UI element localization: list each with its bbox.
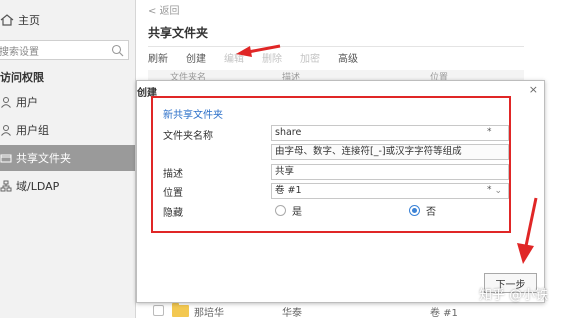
create-dialog: 创建 × 新共享文件夹 文件夹名称 share * 由字母、数字、连接符[_-]…	[136, 80, 545, 303]
row-location: 卷 #1	[430, 308, 458, 318]
row-description: 华泰	[282, 308, 302, 318]
radio-label: 否	[426, 207, 436, 218]
sidebar-search[interactable]: 搜索设置	[0, 40, 129, 60]
sidebar-item-label: 共享文件夹	[16, 152, 71, 165]
folder-icon	[172, 303, 189, 317]
required-mark: *	[487, 185, 492, 195]
shared-folder-icon	[0, 154, 12, 163]
search-icon[interactable]	[111, 44, 124, 57]
description-field[interactable]: 共享	[271, 164, 509, 180]
hidden-yes-radio[interactable]: 是	[275, 203, 302, 218]
sidebar-item-user-groups[interactable]: 用户组	[0, 117, 135, 143]
create-button[interactable]: 创建	[186, 50, 206, 65]
required-mark: *	[487, 127, 492, 137]
sidebar-item-domain[interactable]: 域/LDAP	[0, 173, 135, 199]
radio-off-icon	[275, 205, 286, 216]
watermark: 知乎 @小铁	[479, 288, 549, 303]
user-group-icon	[1, 125, 11, 136]
sidebar-item-users[interactable]: 用户	[0, 89, 135, 115]
form-highlight-box: 新共享文件夹 文件夹名称 share * 由字母、数字、连接符[_-]或汉字字符…	[151, 96, 511, 233]
encrypt-button[interactable]: 加密	[300, 50, 320, 65]
hidden-no-radio[interactable]: 否	[409, 203, 436, 218]
row-checkbox[interactable]	[153, 305, 164, 316]
row-name: 那培华	[194, 308, 224, 318]
hidden-label: 隐藏	[163, 208, 183, 219]
folder-name-field[interactable]: share	[271, 125, 509, 141]
sidebar-section-title: 访问权限	[0, 71, 44, 84]
sidebar-item-shared-folders[interactable]: 共享文件夹	[0, 145, 135, 171]
refresh-button[interactable]: 刷新	[148, 50, 168, 65]
close-icon[interactable]: ×	[529, 83, 538, 96]
sidebar-item-label: 用户组	[16, 124, 49, 137]
sidebar-item-label: 用户	[16, 96, 38, 109]
sidebar-item-label: 域/LDAP	[16, 180, 60, 193]
location-select[interactable]: 卷 #1 ⌄	[271, 183, 509, 199]
sidebar-home[interactable]: 主页	[0, 10, 40, 30]
advanced-button[interactable]: 高级	[338, 50, 358, 65]
description-label: 描述	[163, 169, 183, 180]
form-section-title: 新共享文件夹	[163, 110, 223, 121]
table-row[interactable]: 那培华 华泰 卷 #1	[148, 302, 524, 318]
domain-icon	[0, 180, 12, 192]
radio-label: 是	[292, 207, 302, 218]
location-label: 位置	[163, 188, 183, 199]
folder-name-hint: 由字母、数字、连接符[_-]或汉字字符等组成	[271, 144, 509, 160]
chevron-down-icon: ⌄	[494, 186, 502, 196]
page-title: 共享文件夹	[148, 26, 209, 40]
search-input[interactable]: 搜索设置	[0, 43, 39, 58]
back-link[interactable]: < 返回	[148, 2, 180, 17]
edit-button[interactable]: 编辑	[224, 50, 244, 65]
user-icon	[1, 97, 11, 108]
radio-on-icon	[409, 205, 420, 216]
home-icon	[0, 14, 14, 26]
location-select-value: 卷 #1	[275, 185, 302, 196]
delete-button[interactable]: 删除	[262, 50, 282, 65]
folder-name-label: 文件夹名称	[163, 131, 213, 142]
sidebar-home-label: 主页	[18, 14, 40, 27]
toolbar: 刷新 创建 编辑 删除 加密 高级	[148, 46, 524, 68]
sidebar: 主页 搜索设置 访问权限 用户 用户组 共享文件夹 域/LDAP	[0, 0, 135, 318]
